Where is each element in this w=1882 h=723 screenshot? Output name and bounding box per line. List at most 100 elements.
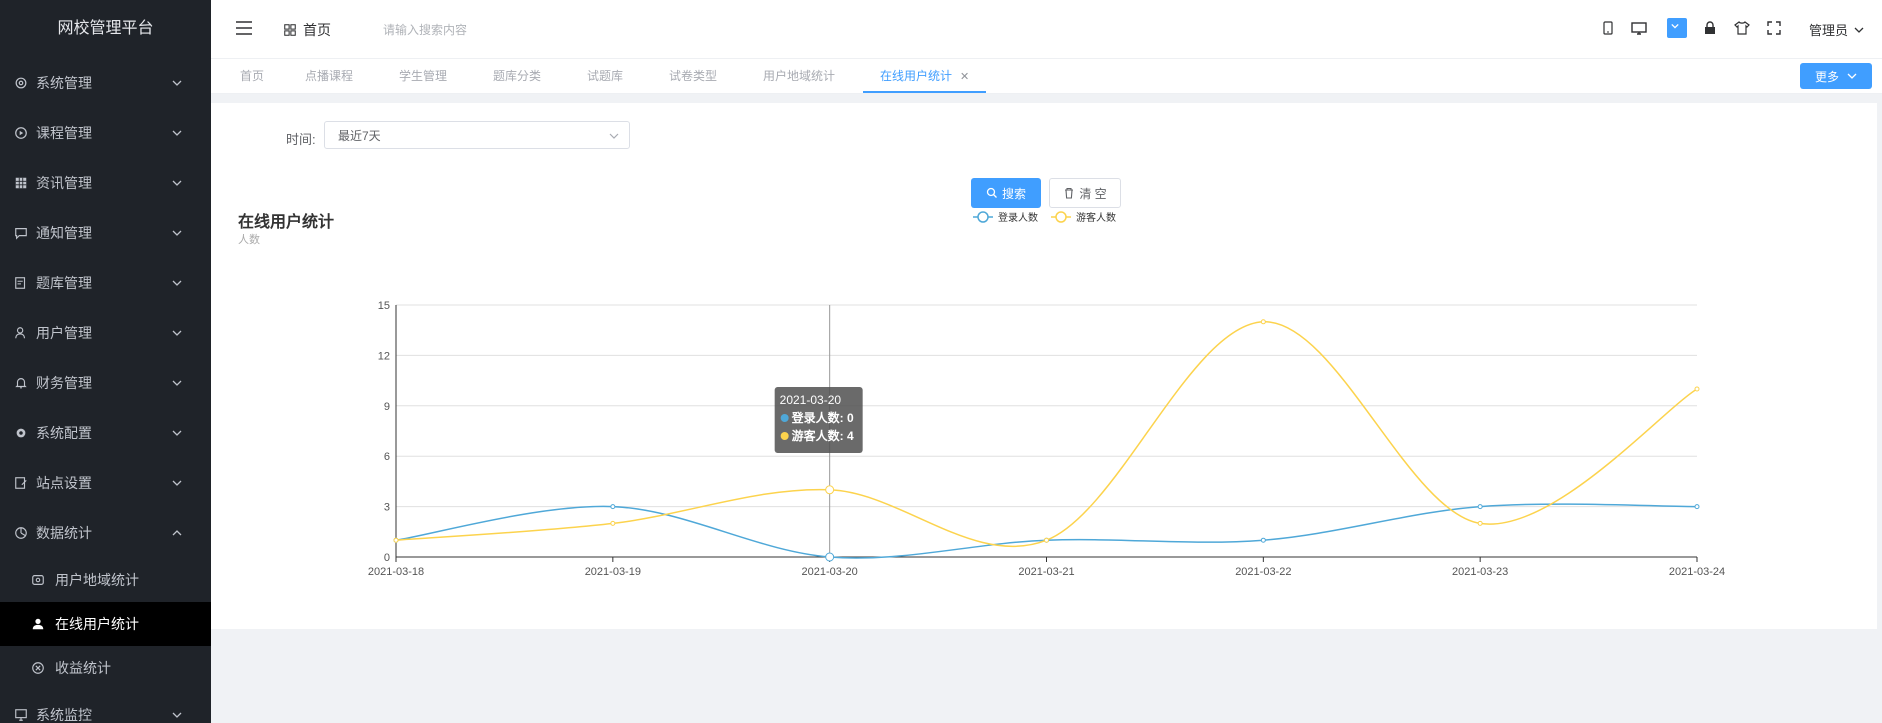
sidebar-item-system[interactable]: 系统管理: [0, 58, 211, 108]
sidebar-item-label: 题库管理: [36, 275, 92, 291]
bell-icon: [14, 376, 28, 390]
monitor-icon: [14, 708, 28, 722]
chart-tooltip: 2021-03-20 登录人数: 0 游客人数: 4: [774, 387, 863, 453]
user-name: 管理员: [1808, 23, 1848, 38]
content-card: 时间: 最近7天 搜索 清 空 在线用户统计 人数 登录人数 游客人数 03691…: [211, 103, 1877, 629]
tab-question-category[interactable]: 题库分类: [493, 59, 541, 93]
chevron-down-icon: [172, 430, 182, 436]
sidebar-item-news[interactable]: 资讯管理: [0, 158, 211, 208]
sidebar-item-course[interactable]: 课程管理: [0, 108, 211, 158]
x-tick-label: 2021-03-23: [1452, 566, 1508, 578]
desktop-icon[interactable]: [1631, 20, 1647, 36]
tooltip-marker: [780, 414, 789, 422]
map-icon: [31, 573, 45, 587]
tab-region-stats[interactable]: 用户地域统计: [763, 59, 835, 93]
sidebar-item-finance[interactable]: 财务管理: [0, 358, 211, 408]
chevron-down-icon: [172, 180, 182, 186]
series-line: [395, 503, 1698, 559]
circle-x-icon: [31, 661, 45, 675]
lock-icon[interactable]: [1702, 20, 1718, 36]
chevron-down-icon: [172, 480, 182, 486]
x-axis: 2021-03-18 2021-03-19 2021-03-20 2021-03-21…: [368, 557, 1725, 578]
sidebar-item-users[interactable]: 用户管理: [0, 308, 211, 358]
tab-students[interactable]: 学生管理: [399, 59, 447, 93]
line-chart: 在线用户统计 人数 登录人数 游客人数 03691215 2021-03-18 20…: [238, 211, 1725, 578]
play-circle-icon: [14, 126, 28, 140]
data-point[interactable]: [610, 520, 616, 526]
sidebar-item-label: 资讯管理: [36, 175, 92, 191]
sidebar-item-stats[interactable]: 数据统计: [0, 508, 211, 558]
app-title: 网校管理平台: [57, 20, 154, 37]
fullscreen-icon[interactable]: [1766, 20, 1782, 36]
y-tick-label: 15: [378, 300, 390, 312]
user-menu[interactable]: 管理员: [1809, 20, 1864, 39]
legend-label[interactable]: 登录人数: [998, 211, 1038, 224]
edit-doc-icon: [14, 476, 28, 490]
data-point[interactable]: [1044, 537, 1049, 543]
tab-vod-courses[interactable]: 点播课程: [305, 59, 353, 93]
sidebar-item-config[interactable]: 系统配置: [0, 408, 211, 458]
top-header: 首页 管理员: [211, 0, 1882, 59]
data-point[interactable]: [825, 552, 835, 562]
x-tick-label: 2021-03-20: [802, 566, 858, 578]
tab-exam-types[interactable]: 试卷类型: [669, 59, 717, 93]
chart-grid: [396, 304, 1697, 558]
sidebar-item-monitor[interactable]: 系统监控: [0, 690, 211, 723]
close-icon[interactable]: ✕: [960, 71, 969, 83]
sidebar-item-label: 系统管理: [36, 75, 92, 91]
search-input[interactable]: [381, 16, 605, 44]
legend-marker: [1055, 211, 1067, 223]
data-point[interactable]: [610, 504, 616, 510]
hamburger-icon[interactable]: [235, 20, 253, 36]
data-point[interactable]: [1694, 386, 1700, 392]
tooltip-line: 游客人数: 4: [792, 428, 854, 443]
tab-home[interactable]: 首页: [240, 59, 264, 93]
sidebar-item-question-bank[interactable]: 题库管理: [0, 258, 211, 308]
sidebar-item-label: 站点设置: [36, 475, 92, 491]
y-tick-label: 12: [378, 350, 390, 362]
sidebar-item-label: 系统配置: [36, 425, 92, 441]
legend-label[interactable]: 游客人数: [1076, 211, 1116, 224]
tablet-icon[interactable]: [1600, 20, 1616, 36]
data-point[interactable]: [1694, 504, 1700, 510]
chart-legend: 登录人数 游客人数: [973, 211, 1116, 224]
sidebar-item-label: 财务管理: [36, 375, 92, 391]
message-icon: [14, 226, 28, 240]
user-gear-icon: [14, 326, 28, 340]
chevron-down-icon: [1854, 27, 1864, 33]
sidebar-item-label: 数据统计: [36, 525, 92, 541]
y-tick-label: 0: [384, 552, 390, 564]
legend-marker: [977, 211, 989, 223]
tab-label: 在线用户统计: [880, 69, 953, 83]
more-label: 更多: [1814, 69, 1839, 84]
more-button[interactable]: 更多: [1800, 63, 1872, 89]
data-point[interactable]: [1477, 504, 1483, 510]
gear-solid-icon: [14, 426, 28, 440]
y-tick-label: 9: [384, 401, 390, 413]
sidebar-item-notice[interactable]: 通知管理: [0, 208, 211, 258]
data-point[interactable]: [825, 485, 835, 495]
sidebar-subitem-label: 在线用户统计: [55, 616, 139, 632]
y-tick-label: 6: [384, 451, 390, 463]
data-point[interactable]: [1477, 520, 1483, 526]
gear-icon: [14, 76, 28, 90]
sidebar-item-label: 用户管理: [36, 325, 92, 341]
sidebar-item-site[interactable]: 站点设置: [0, 458, 211, 508]
shirt-icon[interactable]: [1734, 20, 1750, 36]
sidebar-subitem-online-stats[interactable]: 在线用户统计: [0, 602, 211, 646]
sidebar-subitem-region-stats[interactable]: 用户地域统计: [0, 558, 211, 602]
theme-dropdown-icon[interactable]: [1667, 18, 1687, 38]
sidebar-subitem-label: 收益统计: [55, 660, 111, 676]
breadcrumb-home[interactable]: 首页: [283, 20, 331, 40]
data-point[interactable]: [393, 537, 399, 543]
tab-online-stats[interactable]: 在线用户统计 ✕: [863, 59, 987, 93]
chevron-down-icon: [172, 130, 182, 136]
chevron-down-icon: [172, 230, 182, 236]
data-point[interactable]: [1260, 319, 1266, 325]
sidebar: 网校管理平台 系统管理 课程管理 资讯管理 通知管理 题库管理 用户管理 财务管…: [0, 0, 211, 723]
data-point[interactable]: [1260, 537, 1266, 543]
tab-question-bank[interactable]: 试题库: [587, 59, 623, 93]
y-tick-label: 3: [384, 502, 390, 514]
chevron-down-icon: [1847, 73, 1857, 79]
sidebar-subitem-revenue-stats[interactable]: 收益统计: [0, 646, 211, 690]
